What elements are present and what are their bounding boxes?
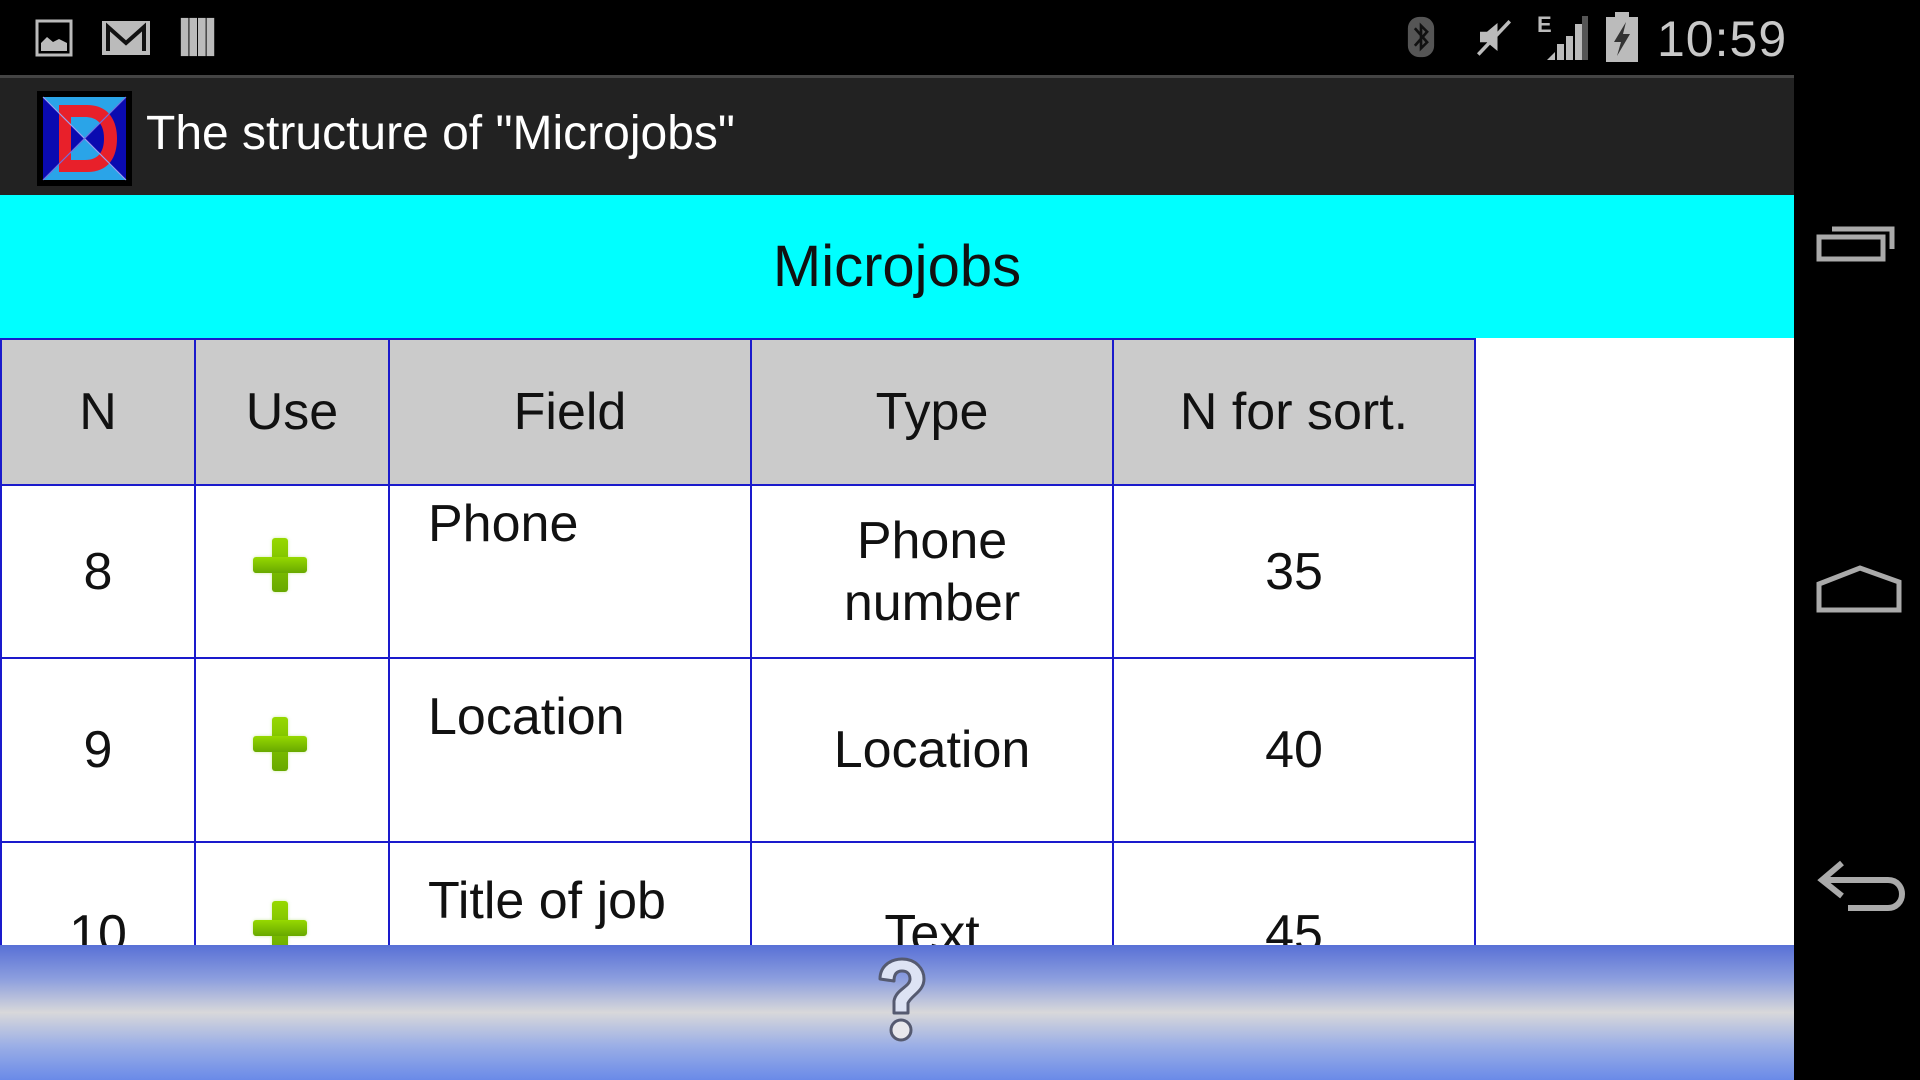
column-header-type[interactable]: Type	[750, 338, 1114, 486]
cell-type[interactable]: Text	[750, 841, 1114, 945]
cell-sort[interactable]: 35	[1112, 484, 1476, 659]
status-bar: E 10:59	[0, 0, 1920, 75]
database-name-header: Microjobs	[0, 195, 1794, 338]
column-header-field[interactable]: Field	[388, 338, 752, 486]
structure-table: N Use Field Type N for sort. 8 Phone Pho…	[0, 338, 1476, 945]
barcode-app-icon	[180, 17, 215, 57]
cell-field[interactable]: Phone	[388, 484, 752, 659]
gallery-icon	[35, 19, 73, 57]
cell-use[interactable]	[194, 841, 390, 945]
cell-sort[interactable]: 40	[1112, 657, 1476, 843]
cell-n: 9	[0, 657, 196, 843]
database-name: Microjobs	[772, 234, 1022, 299]
cell-field[interactable]: Title of job	[388, 841, 752, 945]
help-question-icon[interactable]	[870, 957, 930, 1047]
plus-icon[interactable]	[253, 716, 307, 771]
recent-apps-icon[interactable]	[1794, 195, 1920, 305]
cell-n: 10	[0, 841, 196, 945]
structure-view: Microjobs N Use Field Type N for sort. 8…	[0, 195, 1794, 945]
cell-field[interactable]: Location	[388, 657, 752, 843]
bluetooth-icon	[1407, 16, 1435, 58]
column-header-n[interactable]: N	[0, 338, 196, 486]
home-icon[interactable]	[1794, 530, 1920, 640]
plus-icon[interactable]	[253, 900, 307, 945]
app-logo-icon[interactable]	[37, 91, 132, 186]
plus-icon[interactable]	[253, 538, 307, 592]
battery-charging-icon	[1606, 12, 1638, 62]
gmail-icon	[102, 21, 150, 55]
muted-icon	[1476, 20, 1512, 56]
app-title: The structure of "Microjobs"	[146, 107, 735, 160]
table-row[interactable]: 9 Location Location 40	[0, 657, 1476, 843]
cell-type[interactable]: Phone number	[750, 484, 1114, 659]
table-row[interactable]: 10 Title of job Text 45	[0, 841, 1476, 945]
cell-n: 8	[0, 484, 196, 659]
table-header-row: N Use Field Type N for sort.	[0, 338, 1476, 486]
action-bar: The structure of "Microjobs"	[0, 75, 1794, 195]
cell-type[interactable]: Location	[750, 657, 1114, 843]
table-row[interactable]: 8 Phone Phone number 35	[0, 484, 1476, 659]
clock: 10:59	[1657, 11, 1788, 67]
back-icon[interactable]	[1794, 830, 1920, 940]
cell-sort[interactable]: 45	[1112, 841, 1476, 945]
column-header-sort[interactable]: N for sort.	[1112, 338, 1476, 486]
column-header-use[interactable]: Use	[194, 338, 390, 486]
cell-use[interactable]	[194, 657, 390, 843]
bottom-toolbar	[0, 945, 1794, 1080]
cell-use[interactable]	[194, 484, 390, 659]
navigation-bar	[1794, 75, 1920, 1080]
signal-icon	[1547, 16, 1588, 60]
